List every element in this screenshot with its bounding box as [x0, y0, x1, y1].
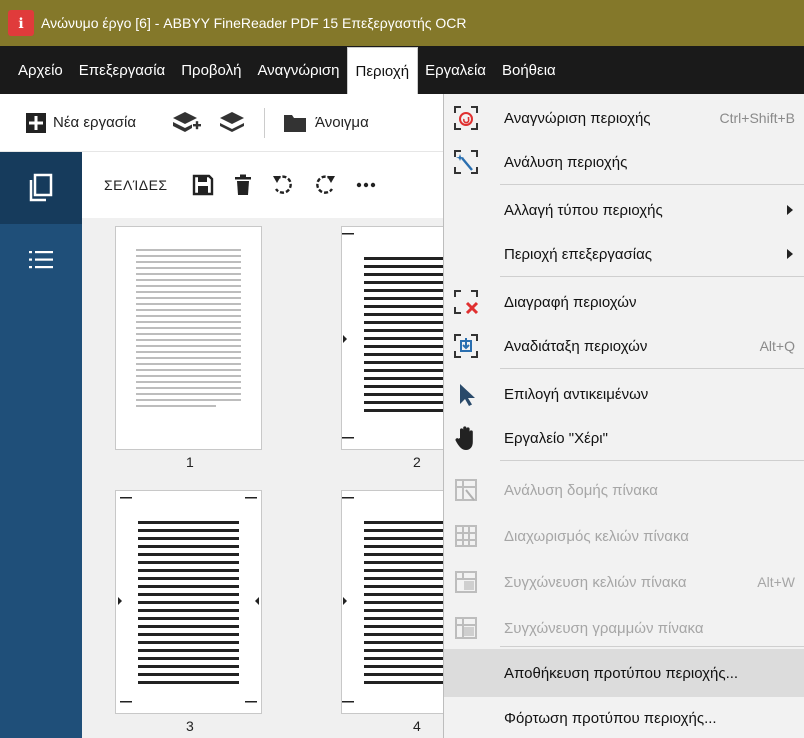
select-objects-icon [460, 384, 475, 406]
toolbar-separator [264, 107, 266, 138]
menu-separator [500, 184, 804, 185]
menu-bar: Αρχείο Επεξεργασία Προβολή Αναγνώριση Πε… [0, 46, 804, 95]
menu-item-label: Αλλαγή τύπου περιοχής [504, 201, 663, 219]
open-label: Άνοιγμα [315, 114, 369, 131]
more-options-icon[interactable] [356, 182, 376, 188]
new-task-icon [26, 112, 46, 133]
analyze-area-icon [454, 150, 478, 174]
menu-item-label: Διαχωρισμός κελιών πίνακα [504, 527, 689, 545]
left-sidebar [0, 152, 82, 738]
page-number-1: 1 [186, 454, 194, 470]
menu-item-merge-rows[interactable]: Συγχώνευση γραμμών πίνακα [444, 604, 804, 652]
menu-item-label: Αποθήκευση προτύπου περιοχής... [504, 664, 739, 682]
page-number-2: 2 [413, 454, 421, 470]
pages-panel-title: ΣΕΛΊΔΕΣ [104, 177, 168, 193]
menu-item-change-area-type[interactable]: Αλλαγή τύπου περιοχής [444, 186, 804, 234]
merge-cells-icon [455, 571, 477, 593]
menu-separator [500, 276, 804, 277]
menu-separator [500, 646, 804, 647]
trash-icon[interactable] [234, 174, 252, 196]
title-bar: ℹ Ανώνυμο έργο [6] - ABBYY FineReader PD… [0, 0, 804, 46]
menu-item-analyze-area[interactable]: Ανάλυση περιοχής [444, 138, 804, 186]
folder-icon [284, 114, 307, 132]
menu-item-label: Ανάλυση περιοχής [504, 153, 628, 171]
layers-icon[interactable] [218, 110, 246, 136]
menu-item-hand-tool[interactable]: Εργαλείο "Χέρι" [444, 414, 804, 462]
pages-panel-header: ΣΕΛΊΔΕΣ [82, 152, 482, 218]
menu-item-label: Διαγραφή περιοχών [504, 293, 637, 311]
menu-area[interactable]: Περιοχή [346, 47, 419, 95]
pages-view-button[interactable] [0, 152, 82, 224]
save-icon[interactable] [192, 174, 214, 196]
window-title: Ανώνυμο έργο [6] - ABBYY FineReader PDF … [41, 15, 467, 31]
menu-item-editing-area[interactable]: Περιοχή επεξεργασίας [444, 230, 804, 278]
menu-item-label: Αναδιάταξη περιοχών [504, 337, 648, 355]
menu-item-label: Ανάλυση δομής πίνακα [504, 481, 658, 499]
menu-item-split-cells[interactable]: Διαχωρισμός κελιών πίνακα [444, 512, 804, 560]
menu-item-label: Φόρτωση προτύπου περιοχής... [504, 709, 717, 727]
add-layers-icon[interactable] [172, 110, 202, 136]
analyze-table-icon [455, 479, 477, 501]
menu-item-load-area-template[interactable]: Φόρτωση προτύπου περιοχής... [444, 694, 804, 738]
menu-help[interactable]: Βοήθεια [494, 46, 564, 94]
page-thumbnail-1[interactable] [115, 226, 262, 450]
area-menu-dropdown: Αναγνώριση περιοχής Ctrl+Shift+B Ανάλυση… [443, 94, 804, 738]
menu-view[interactable]: Προβολή [173, 46, 249, 94]
new-task-label: Νέα εργασία [53, 114, 137, 131]
menu-tools[interactable]: Εργαλεία [417, 46, 494, 94]
menu-item-recognize-area[interactable]: Αναγνώριση περιοχής Ctrl+Shift+B [444, 94, 804, 142]
list-icon [29, 251, 53, 269]
menu-recognize[interactable]: Αναγνώριση [249, 46, 347, 94]
menu-edit[interactable]: Επεξεργασία [71, 46, 173, 94]
list-view-button[interactable] [0, 224, 82, 296]
rotate-left-icon[interactable] [272, 174, 294, 196]
menu-item-label: Συγχώνευση κελιών πίνακα [504, 573, 687, 591]
submenu-arrow-icon [787, 249, 793, 259]
menu-item-save-area-template[interactable]: Αποθήκευση προτύπου περιοχής... [444, 649, 804, 697]
menu-item-shortcut: Ctrl+Shift+B [719, 110, 795, 126]
menu-item-label: Εργαλείο "Χέρι" [504, 429, 608, 447]
page-number-4: 4 [413, 718, 421, 734]
menu-item-label: Συγχώνευση γραμμών πίνακα [504, 619, 704, 637]
reorder-areas-icon [454, 334, 478, 358]
submenu-arrow-icon [787, 205, 793, 215]
menu-item-shortcut: Alt+W [757, 574, 795, 590]
recognize-area-icon [454, 106, 478, 130]
menu-separator [500, 460, 804, 461]
menu-item-select-objects[interactable]: Επιλογή αντικειμένων [444, 370, 804, 418]
menu-separator [500, 368, 804, 369]
menu-item-label: Αναγνώριση περιοχής [504, 109, 651, 127]
hand-tool-icon [455, 426, 473, 450]
menu-item-label: Περιοχή επεξεργασίας [504, 245, 653, 263]
merge-rows-icon [455, 617, 477, 639]
menu-item-analyze-table[interactable]: Ανάλυση δομής πίνακα [444, 466, 804, 514]
pages-thumbnail-area: 1 2 3 4 [82, 218, 463, 738]
menu-item-label: Επιλογή αντικειμένων [504, 385, 649, 403]
rotate-right-icon[interactable] [314, 174, 336, 196]
page-number-3: 3 [186, 718, 194, 734]
page-thumbnail-3[interactable] [115, 490, 262, 714]
delete-areas-icon [454, 290, 479, 315]
open-button[interactable]: Άνοιγμα [283, 113, 369, 133]
menu-item-reorder-areas[interactable]: Αναδιάταξη περιοχών Alt+Q [444, 322, 804, 370]
menu-file[interactable]: Αρχείο [10, 46, 71, 94]
menu-item-merge-cells[interactable]: Συγχώνευση κελιών πίνακα Alt+W [444, 558, 804, 606]
pages-icon [29, 173, 53, 202]
app-logo-icon: ℹ [8, 10, 34, 36]
new-task-button[interactable]: Νέα εργασία [25, 112, 136, 134]
menu-item-shortcut: Alt+Q [759, 338, 795, 354]
split-cells-icon [455, 525, 477, 547]
menu-item-delete-areas[interactable]: Διαγραφή περιοχών [444, 278, 804, 326]
